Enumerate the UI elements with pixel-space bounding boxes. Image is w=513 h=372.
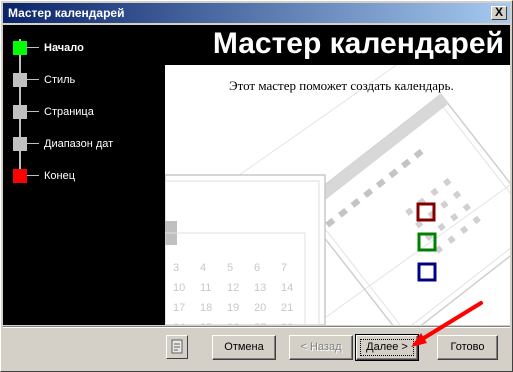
back-button[interactable]: < Назад xyxy=(289,335,353,360)
calendar-day-number: 14 xyxy=(281,282,293,294)
rotated-calendar-sheet xyxy=(297,93,510,325)
calendar-day-number: 4 xyxy=(200,262,206,274)
calendar-day-number: 18 xyxy=(200,302,212,314)
wizard-window: Мастер календарей X Начало Стиль Страниц… xyxy=(0,0,513,372)
step-label: Диапазон дат xyxy=(44,138,114,150)
step-marker-icon xyxy=(13,137,27,151)
banner-title: Мастер календарей xyxy=(212,27,504,60)
calendar-day-number: 3 xyxy=(173,262,179,274)
step-connector xyxy=(27,79,39,80)
step-connector xyxy=(27,175,39,176)
style-swatch-blue-icon xyxy=(417,262,437,282)
steps-sidebar: Начало Стиль Страница Диапазон дат Конец xyxy=(3,25,165,325)
calendar-day-number: 6 xyxy=(254,262,260,274)
step-label: Стиль xyxy=(44,74,76,86)
intro-text: Этот мастер поможет создать календарь. xyxy=(229,78,454,93)
calendar-day-number: 20 xyxy=(254,302,266,314)
step-label: Начало xyxy=(44,42,84,54)
calendar-day-number: 7 xyxy=(281,262,287,274)
calendar-day-number: 26 xyxy=(227,322,239,325)
calendar-illustration: 3 4 5 6 7 10 11 12 13 14 17 18 19 20 21 24 25 26 27 28 xyxy=(165,65,510,325)
window-title: Мастер календарей xyxy=(8,6,125,20)
close-button[interactable]: X xyxy=(491,6,507,20)
wizard-content: 3 4 5 6 7 10 11 12 13 14 17 18 19 20 21 24 25 26 27 28 Маст… xyxy=(165,25,510,325)
calendar-day-number: 21 xyxy=(281,302,293,314)
step-connector xyxy=(27,47,39,48)
calendar-day-number: 5 xyxy=(227,262,233,274)
help-icon xyxy=(171,339,183,354)
annotation-arrow-icon xyxy=(411,301,483,347)
step-marker-icon xyxy=(13,41,27,55)
front-calendar-page xyxy=(165,174,326,325)
calendar-day-number: 13 xyxy=(254,282,266,294)
calendar-day-number: 19 xyxy=(227,302,239,314)
calendar-day-number: 11 xyxy=(200,282,211,294)
calendar-day-number: 24 xyxy=(173,322,185,325)
step-label: Страница xyxy=(44,106,94,118)
step-connector xyxy=(27,143,39,144)
step-marker-icon xyxy=(13,73,27,87)
step-marker-icon xyxy=(13,169,27,183)
help-button[interactable] xyxy=(166,335,188,359)
calendar-day-number: 25 xyxy=(200,322,212,325)
calendar-day-number: 10 xyxy=(173,282,185,294)
step-label: Конец xyxy=(44,170,76,182)
step-marker-icon xyxy=(13,105,27,119)
calendar-day-number: 28 xyxy=(281,322,293,325)
title-bar[interactable]: Мастер календарей X xyxy=(3,3,510,23)
cancel-button[interactable]: Отмена xyxy=(212,335,276,360)
header-banner: Мастер календарей xyxy=(165,25,510,65)
calendar-day-number: 12 xyxy=(227,282,239,294)
step-connector xyxy=(27,111,39,112)
calendar-day-number: 17 xyxy=(173,302,185,314)
calendar-day-number: 27 xyxy=(254,322,266,325)
